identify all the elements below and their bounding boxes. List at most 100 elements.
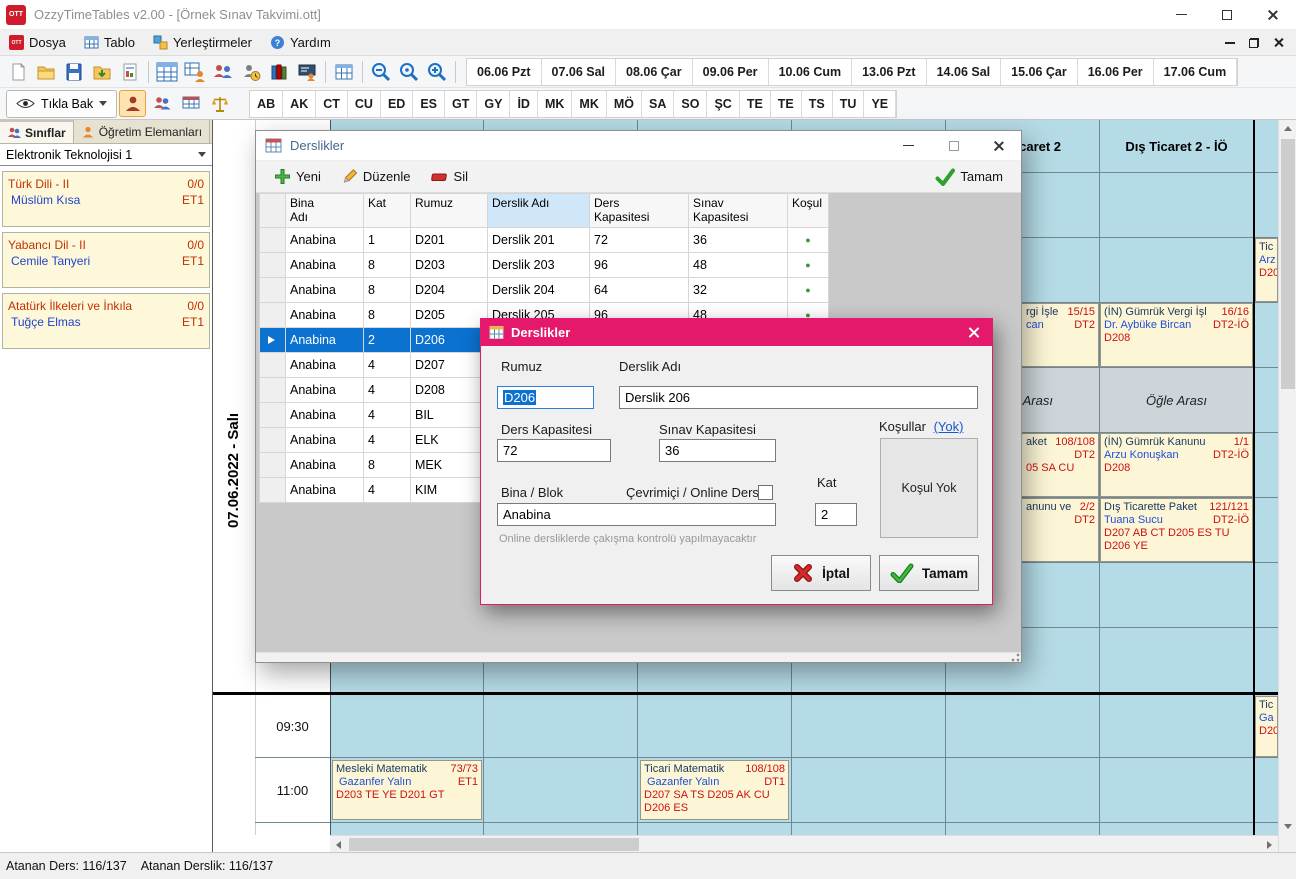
row-selector[interactable] <box>260 353 286 378</box>
rooms-tamam-button[interactable]: Tamam <box>927 164 1011 190</box>
exam-cell-ticarette-paket[interactable]: Dış Ticarette Paket121/121 Tuana SucuDT2… <box>1100 498 1253 562</box>
mdi-close-icon[interactable] <box>1273 37 1284 48</box>
small-table-icon[interactable] <box>330 58 358 86</box>
letter-tab[interactable]: MÖ <box>607 91 642 117</box>
col-sinav-kapasitesi[interactable]: Sınav Kapasitesi <box>689 194 788 228</box>
date-tab[interactable]: 08.06 Çar <box>616 59 693 85</box>
view-teacher-single-button[interactable] <box>119 90 146 117</box>
date-tab[interactable]: 10.06 Cum <box>769 59 853 85</box>
scroll-right-icon[interactable] <box>1261 836 1278 853</box>
date-tab[interactable]: 07.06 Sal <box>542 59 617 85</box>
kosullar-yok-link[interactable]: (Yok) <box>934 419 964 434</box>
close-button[interactable] <box>1250 0 1296 29</box>
sil-button[interactable]: Sil <box>423 164 476 190</box>
col-bina-adi[interactable]: Bina Adı <box>286 194 364 228</box>
vertical-scrollbar[interactable] <box>1278 120 1296 852</box>
col-rumuz[interactable]: Rumuz <box>411 194 488 228</box>
letter-tab[interactable]: CU <box>348 91 381 117</box>
rooms-dialog-titlebar[interactable]: Derslikler <box>256 131 1021 161</box>
letter-tab[interactable]: AK <box>283 91 316 117</box>
col-ders-kapasitesi[interactable]: Ders Kapasitesi <box>590 194 689 228</box>
class-selector-dropdown[interactable]: Elektronik Teknolojisi 1 <box>0 144 212 166</box>
zoom-in-icon[interactable] <box>423 58 451 86</box>
row-selector[interactable] <box>260 328 286 353</box>
letter-tab[interactable]: ED <box>381 91 413 117</box>
tab-ogretim-elemanlari[interactable]: Öğretim Elemanları <box>74 120 210 143</box>
duzenle-button[interactable]: Düzenle <box>333 164 419 190</box>
letter-tab[interactable]: MK <box>572 91 606 117</box>
date-tab[interactable]: 16.06 Per <box>1078 59 1154 85</box>
scroll-down-icon[interactable] <box>1279 818 1296 835</box>
zoom-reset-icon[interactable] <box>395 58 423 86</box>
horizontal-scrollbar[interactable] <box>330 835 1278 852</box>
letter-tab[interactable]: YE <box>864 91 896 117</box>
menu-tablo[interactable]: Tablo <box>75 30 144 55</box>
row-selector[interactable] <box>260 228 286 253</box>
row-selector[interactable] <box>260 303 286 328</box>
maximize-button[interactable] <box>1204 0 1250 29</box>
col-derslik-adi[interactable]: Derslik Adı <box>488 194 590 228</box>
letter-tab[interactable]: SA <box>642 91 674 117</box>
bina-blok-input[interactable]: Anabina <box>497 503 776 526</box>
row-selector[interactable] <box>260 478 286 503</box>
row-selector[interactable] <box>260 378 286 403</box>
tab-siniflar[interactable]: Sınıflar <box>0 120 74 143</box>
menu-dosya[interactable]: OTT Dosya <box>0 30 75 55</box>
dialog-minimize-button[interactable] <box>886 131 931 160</box>
zoom-out-icon[interactable] <box>367 58 395 86</box>
exam-cell-gumruk-vergi[interactable]: (İN) Gümrük Vergi İşl16/16 Dr. Aybüke Bi… <box>1100 303 1253 367</box>
letter-tab[interactable]: TE <box>740 91 771 117</box>
import-folder-icon[interactable] <box>88 58 116 86</box>
letter-tab[interactable]: AB <box>250 91 283 117</box>
people-icon[interactable] <box>209 58 237 86</box>
yeni-button[interactable]: Yeni <box>266 164 329 190</box>
course-item[interactable]: Türk Dili - II0/0 Müslüm KısaET1 <box>2 171 210 227</box>
exam-cell-gumruk-kanunu[interactable]: (İN) Gümrük Kanunu1/1 Arzu KonuşkanDT2-İ… <box>1100 433 1253 497</box>
row-selector[interactable] <box>260 278 286 303</box>
mdi-minimize-icon[interactable] <box>1225 42 1235 44</box>
dialog-close-button[interactable] <box>976 131 1021 160</box>
exam-cell-edge[interactable]: Tic Ga D20 <box>1255 696 1278 757</box>
row-selector[interactable] <box>260 253 286 278</box>
minimize-button[interactable] <box>1158 0 1204 29</box>
exam-cell-mesleki-matematik[interactable]: Mesleki Matematik73/73 Gazanfer YalınET1… <box>332 760 482 820</box>
tikla-bak-button[interactable]: Tıkla Bak <box>6 90 117 118</box>
derslik-adi-input[interactable]: Derslik 206 <box>619 386 978 409</box>
open-folder-icon[interactable] <box>32 58 60 86</box>
col-kosul[interactable]: Koşul <box>788 194 829 228</box>
view-scales-button[interactable] <box>206 90 233 117</box>
menu-yerlestirmeler[interactable]: Yerleştirmeler <box>144 30 261 55</box>
edit-dialog-close-icon[interactable] <box>967 326 980 339</box>
letter-tab[interactable]: GY <box>477 91 510 117</box>
letter-tab[interactable]: TS <box>802 91 833 117</box>
col-kat[interactable]: Kat <box>364 194 411 228</box>
new-file-icon[interactable] <box>4 58 32 86</box>
letter-tab[interactable]: TE <box>771 91 802 117</box>
room-row[interactable]: Anabina 8 D204 Derslik 204 64 32 ● <box>260 278 829 303</box>
course-item[interactable]: Yabancı Dil - II0/0 Cemile TanyeriET1 <box>2 232 210 288</box>
letter-tab[interactable]: GT <box>445 91 477 117</box>
letter-tab[interactable]: TU <box>833 91 865 117</box>
save-icon[interactable] <box>60 58 88 86</box>
iptal-button[interactable]: İptal <box>771 555 871 591</box>
date-tab[interactable]: 09.06 Per <box>693 59 769 85</box>
dialog-maximize-button[interactable] <box>931 131 976 160</box>
exam-board-icon[interactable] <box>293 58 321 86</box>
ders-kapasitesi-input[interactable]: 72 <box>497 439 611 462</box>
date-tab[interactable]: 17.06 Cum <box>1154 59 1238 85</box>
letter-tab[interactable]: MK <box>538 91 572 117</box>
edit-tamam-button[interactable]: Tamam <box>879 555 979 591</box>
timetable-icon[interactable] <box>153 58 181 86</box>
sinav-kapasitesi-input[interactable]: 36 <box>659 439 776 462</box>
date-tab[interactable]: 06.06 Pzt <box>467 59 542 85</box>
letter-tab[interactable]: SO <box>674 91 707 117</box>
row-selector[interactable] <box>260 453 286 478</box>
exam-cell-ticari-matematik[interactable]: Ticari Matematik108/108 Gazanfer YalınDT… <box>640 760 789 820</box>
teacher-clock-icon[interactable] <box>237 58 265 86</box>
letter-tab[interactable]: İD <box>510 91 538 117</box>
mdi-restore-icon[interactable] <box>1249 38 1259 48</box>
assign-table-icon[interactable] <box>181 58 209 86</box>
row-selector[interactable] <box>260 428 286 453</box>
menu-yardim[interactable]: ? Yardım <box>261 30 340 55</box>
room-row[interactable]: Anabina 1 D201 Derslik 201 72 36 ● <box>260 228 829 253</box>
